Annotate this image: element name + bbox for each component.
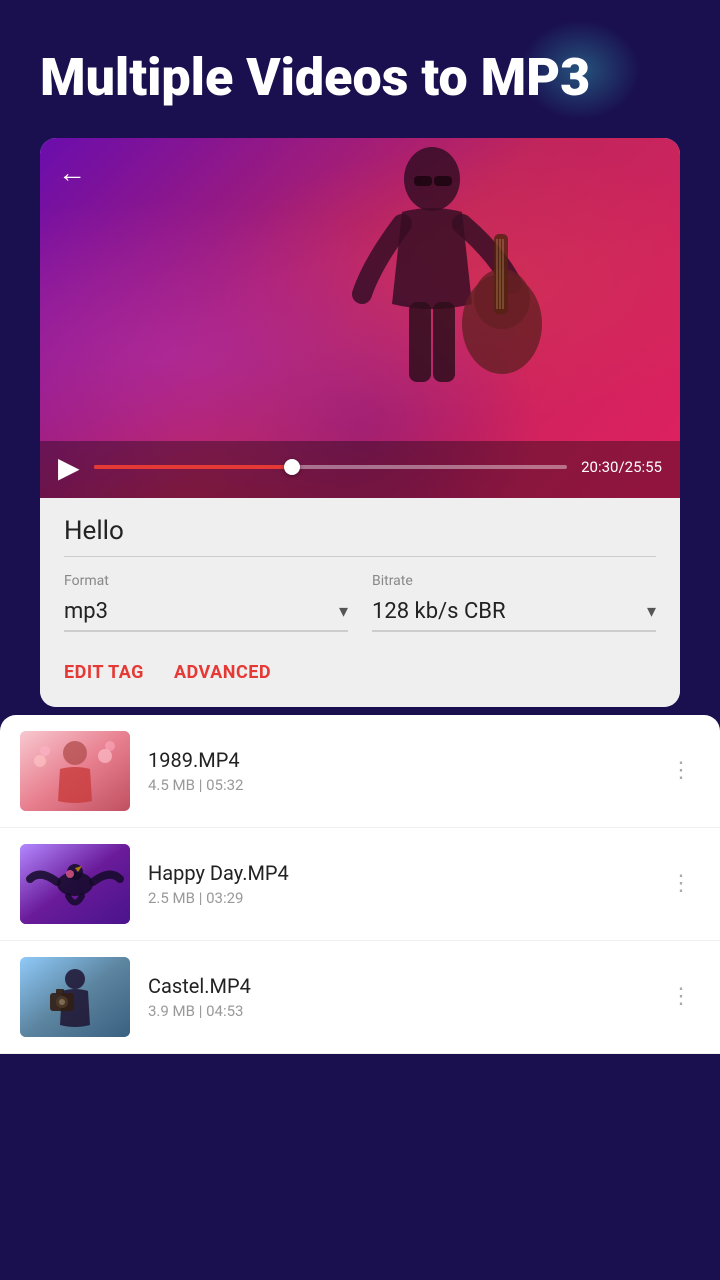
main-card: ← ▶ 20:30/25:55 Hello Format mp3 ▾ Bitra… <box>40 138 680 707</box>
back-button[interactable]: ← <box>58 156 86 189</box>
action-buttons: EDIT TAG ADVANCED <box>64 648 656 701</box>
bitrate-group: Bitrate 128 kb/s CBR ▾ <box>372 573 656 632</box>
header-section: Multiple Videos to MP3 <box>0 0 720 128</box>
video-thumbnail <box>312 138 552 438</box>
progress-fill <box>94 465 293 469</box>
file-meta-1: 2.5 MB | 03:29 <box>148 889 644 907</box>
bitrate-dropdown-arrow: ▾ <box>647 601 656 622</box>
song-title: Hello <box>64 516 656 557</box>
advanced-button[interactable]: ADVANCED <box>174 662 271 683</box>
format-row: Format mp3 ▾ Bitrate 128 kb/s CBR ▾ <box>64 573 656 632</box>
file-name-0: 1989.MP4 <box>148 748 644 772</box>
progress-thumb[interactable] <box>284 459 300 475</box>
file-list: 1989.MP4 4.5 MB | 05:32 ⋮ <box>0 715 720 1054</box>
file-menu-0[interactable]: ⋮ <box>662 750 700 791</box>
file-meta-2: 3.9 MB | 04:53 <box>148 1002 644 1020</box>
file-item-0[interactable]: 1989.MP4 4.5 MB | 05:32 ⋮ <box>0 715 720 828</box>
format-group: Format mp3 ▾ <box>64 573 348 632</box>
file-info-0: 1989.MP4 4.5 MB | 05:32 <box>148 748 644 794</box>
file-name-1: Happy Day.MP4 <box>148 861 644 885</box>
file-thumbnail-2 <box>20 957 130 1037</box>
bitrate-label: Bitrate <box>372 573 656 589</box>
time-display: 20:30/25:55 <box>581 458 662 476</box>
file-menu-2[interactable]: ⋮ <box>662 976 700 1017</box>
progress-bar[interactable] <box>94 465 568 469</box>
file-meta-0: 4.5 MB | 05:32 <box>148 776 644 794</box>
format-label: Format <box>64 573 348 589</box>
edit-tag-button[interactable]: EDIT TAG <box>64 662 144 683</box>
page-title: Multiple Videos to MP3 <box>40 48 680 108</box>
format-dropdown-arrow: ▾ <box>339 601 348 622</box>
file-info-1: Happy Day.MP4 2.5 MB | 03:29 <box>148 861 644 907</box>
file-thumbnail-1 <box>20 844 130 924</box>
play-button[interactable]: ▶ <box>58 451 80 484</box>
format-value: mp3 <box>64 599 108 624</box>
info-panel: Hello Format mp3 ▾ Bitrate 128 kb/s CBR … <box>40 498 680 707</box>
file-menu-1[interactable]: ⋮ <box>662 863 700 904</box>
file-item-1[interactable]: Happy Day.MP4 2.5 MB | 03:29 ⋮ <box>0 828 720 941</box>
player-controls: ▶ 20:30/25:55 <box>40 441 680 498</box>
video-player: ← ▶ 20:30/25:55 <box>40 138 680 498</box>
file-thumbnail-0 <box>20 731 130 811</box>
bitrate-value: 128 kb/s CBR <box>372 599 506 624</box>
format-select[interactable]: mp3 ▾ <box>64 595 348 632</box>
file-name-2: Castel.MP4 <box>148 974 644 998</box>
bitrate-select[interactable]: 128 kb/s CBR ▾ <box>372 595 656 632</box>
file-info-2: Castel.MP4 3.9 MB | 04:53 <box>148 974 644 1020</box>
file-item-2[interactable]: Castel.MP4 3.9 MB | 04:53 ⋮ <box>0 941 720 1054</box>
